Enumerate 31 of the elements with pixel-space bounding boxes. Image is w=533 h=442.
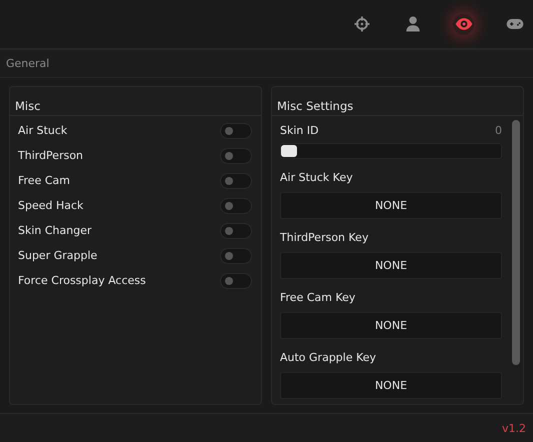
keybind-button[interactable]: NONE	[280, 192, 502, 219]
panel-title: Misc Settings	[272, 87, 523, 116]
toggle-label: Speed Hack	[18, 199, 84, 212]
toggle-label: ThirdPerson	[18, 149, 84, 162]
panel-title: Misc	[10, 87, 261, 116]
toggle-label: Skin Changer	[18, 224, 92, 237]
keybind-button[interactable]: NONE	[280, 312, 502, 339]
toggle-label: Air Stuck	[18, 124, 68, 137]
toggle-label: Super Grapple	[18, 249, 98, 262]
toggle-switch[interactable]	[220, 148, 252, 164]
slider-label: Skin ID	[280, 124, 319, 136]
slider-track[interactable]	[280, 143, 502, 159]
toggle-switch[interactable]	[220, 198, 252, 214]
toggle-label: Free Cam	[18, 174, 70, 187]
keybind-label: Auto Grapple Key	[280, 350, 378, 366]
crosshair-icon	[352, 14, 372, 34]
toggle-switch[interactable]	[220, 248, 252, 264]
toggle-switch[interactable]	[220, 272, 252, 288]
toggle-switch[interactable]	[220, 122, 252, 138]
keybind-label: ThirdPerson Key	[280, 230, 370, 246]
slider-thumb[interactable]	[281, 145, 297, 157]
tab[interactable]	[453, 14, 474, 34]
keybind-label: Air Stuck Key	[280, 170, 354, 186]
keybind-label: Free Cam Key	[280, 290, 356, 306]
keybind-button[interactable]: NONE	[280, 252, 502, 279]
toggle-switch[interactable]	[220, 172, 252, 188]
toggle-switch[interactable]	[220, 222, 252, 238]
slider-value: 0	[495, 124, 502, 136]
toggle-label: Force Crossplay Access	[18, 274, 146, 287]
version-label: v1.2	[502, 422, 526, 434]
keybind-button[interactable]: NONE	[280, 372, 502, 399]
